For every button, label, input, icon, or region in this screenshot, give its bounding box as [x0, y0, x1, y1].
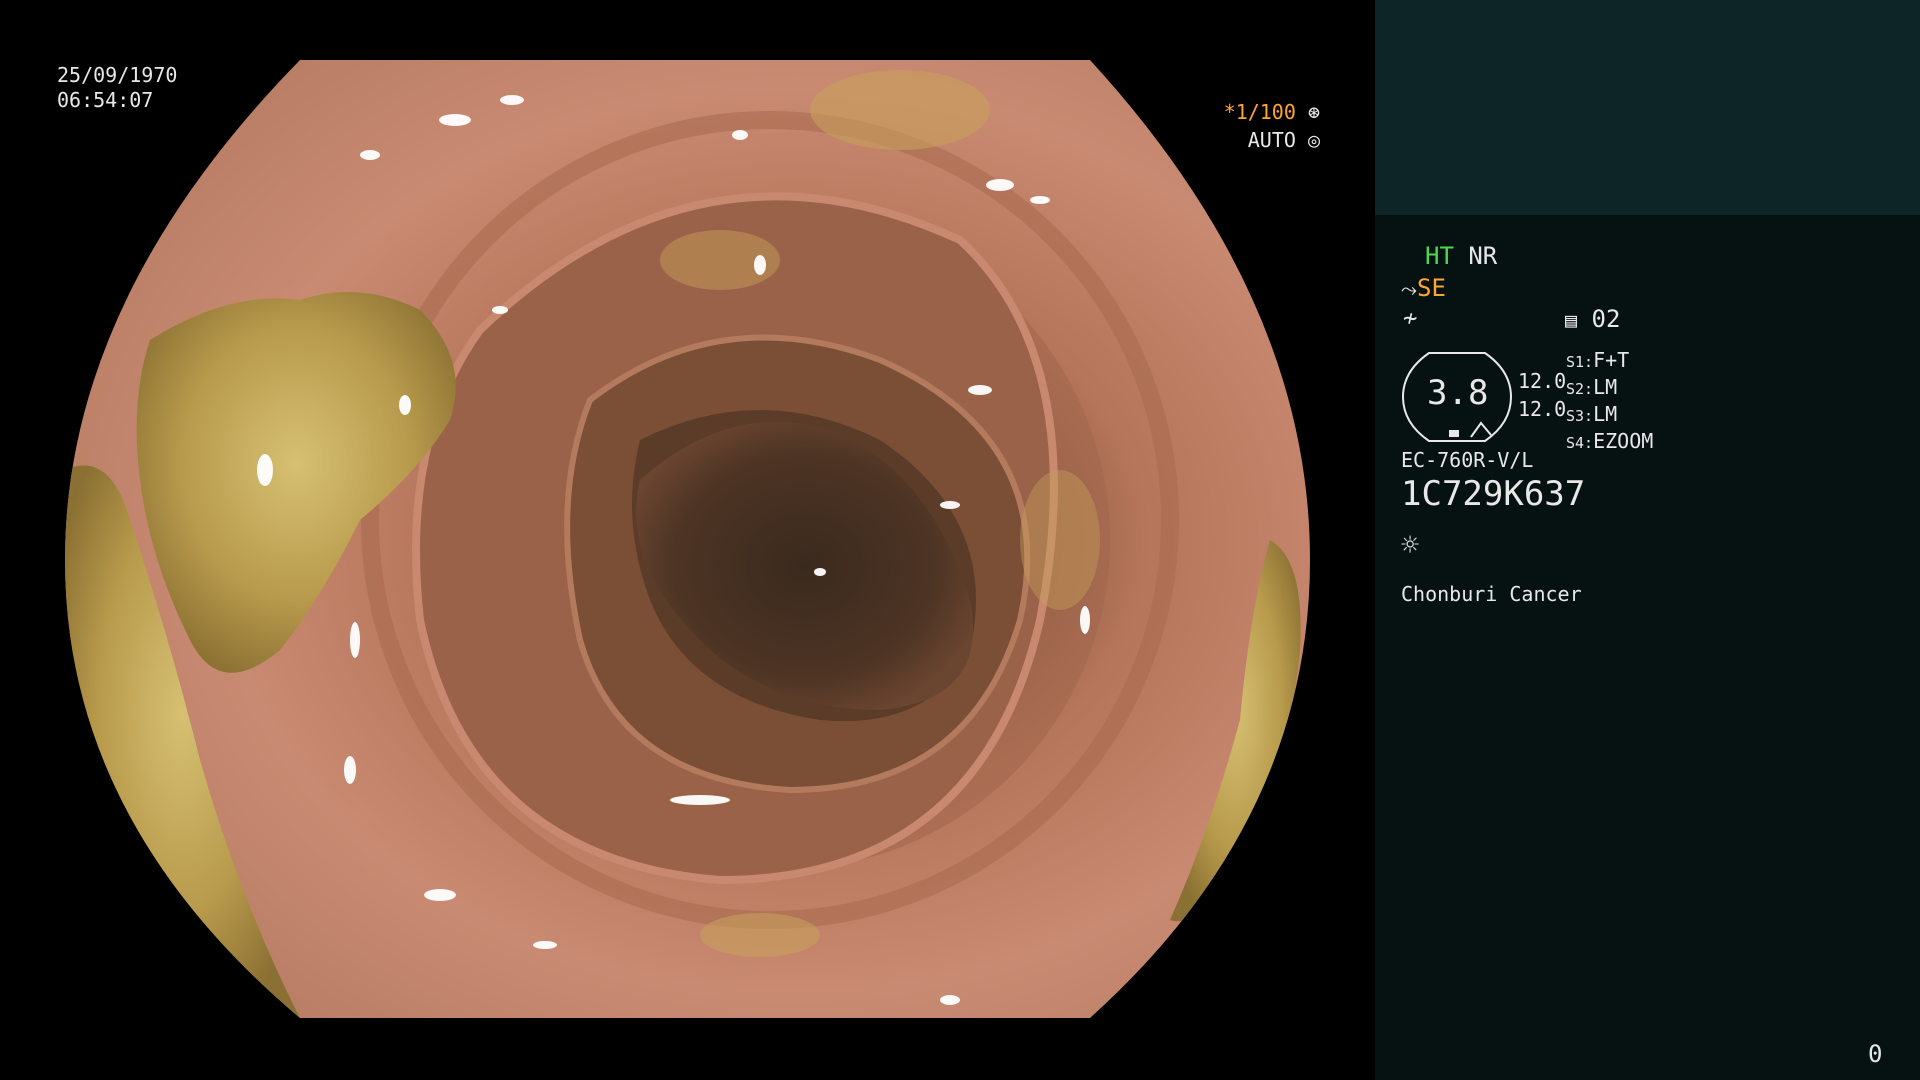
zoom-b-value: 12.0	[1518, 397, 1567, 421]
memory-icon: ▤	[1565, 308, 1578, 332]
shutter-icon: ⊛	[1307, 100, 1320, 124]
scope-serial: 1C729K637	[1401, 474, 1586, 514]
zoom-value: 3.8	[1427, 373, 1489, 413]
frame-counter: 0	[1868, 1040, 1883, 1068]
structure-enhance-icon: ⤳	[1401, 277, 1417, 301]
memory-number: 02	[1591, 305, 1621, 333]
light-icon: ☼	[1401, 528, 1420, 563]
zoom-a-value: 12.0	[1518, 369, 1567, 393]
ht-label: HT	[1425, 242, 1454, 270]
date-time-display: 25/09/1970 06:54:07	[57, 63, 177, 113]
institution-name: Chonburi Cancer	[1401, 582, 1582, 606]
exposure-settings: *1/100 ⊛ AUTO ◎	[1180, 98, 1320, 154]
panel-header-area	[1375, 0, 1920, 215]
scope-model: EC-760R-V/L	[1401, 448, 1534, 472]
date-text: 25/09/1970	[57, 63, 178, 87]
endoscope-view: 25/09/1970 06:54:07 *1/100 ⊛ AUTO ◎	[0, 0, 1375, 1080]
switch-s1: S1:F+T	[1566, 348, 1630, 372]
nr-label: NR	[1468, 242, 1498, 270]
shutter-prefix: *	[1223, 100, 1236, 124]
time-text: 06:54:07	[57, 88, 154, 112]
iris-mode: AUTO	[1247, 128, 1296, 152]
switch-list: S1:F+T S2:LM S3:LM S4:EZOOM	[1566, 348, 1653, 456]
shutter-speed: 1/100	[1235, 100, 1296, 124]
endoscopic-image	[65, 60, 1310, 1018]
switch-s3: S3:LM	[1566, 402, 1618, 426]
color-enhance-icon: ≁	[1403, 304, 1418, 332]
se-label: SE	[1417, 274, 1446, 302]
switch-s4: S4:EZOOM	[1566, 429, 1654, 453]
switch-s2: S2:LM	[1566, 375, 1618, 399]
iris-icon: ◎	[1307, 128, 1320, 152]
info-panel: HT NR ⤳SE ≁ ▤ 02 3.8 12.0 12.0 S1:F+T S2…	[1375, 215, 1920, 1080]
